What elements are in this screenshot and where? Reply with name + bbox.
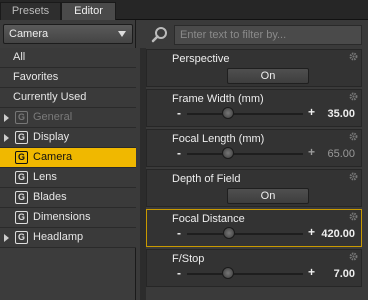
value-field[interactable]: 420.00	[321, 228, 355, 240]
property-label: Focal Length (mm)	[172, 133, 265, 145]
decrement-button[interactable]: -	[177, 106, 181, 120]
property-depth-of-field: Depth of Field On	[146, 169, 362, 207]
gear-icon[interactable]	[348, 211, 359, 222]
slider-track[interactable]	[187, 113, 303, 115]
category-dropdown-value: Camera	[9, 28, 49, 40]
category-list: All Favorites Currently Used G General G…	[0, 48, 136, 248]
left-panel: Camera All Favorites Currently Used G Ge…	[0, 20, 136, 300]
property-label: F/Stop	[172, 253, 205, 265]
decrement-button[interactable]: -	[177, 226, 181, 240]
slider-knob[interactable]	[221, 107, 234, 119]
tab-bar: Presets Editor	[0, 0, 368, 20]
nav-item-label: Blades	[33, 191, 67, 203]
gear-icon[interactable]	[348, 91, 359, 102]
depth-of-field-toggle-button[interactable]: On	[227, 188, 309, 204]
value-field[interactable]: 65.00	[327, 148, 355, 160]
nav-item-all[interactable]: All	[0, 48, 136, 68]
property-label: Perspective	[172, 53, 230, 65]
nav-item-label: Currently Used	[13, 91, 87, 103]
value-field[interactable]: 35.00	[327, 108, 355, 120]
expand-arrow-icon[interactable]	[4, 134, 9, 142]
search-icon[interactable]	[150, 25, 170, 45]
dropdown-arrow-icon	[118, 31, 126, 37]
slider-knob[interactable]	[221, 147, 234, 159]
gear-icon[interactable]	[348, 171, 359, 182]
group-icon: G	[15, 151, 28, 164]
slider-knob[interactable]	[221, 267, 234, 279]
group-icon: G	[15, 111, 28, 124]
expand-arrow-icon[interactable]	[4, 234, 9, 242]
increment-button[interactable]: +	[308, 145, 315, 159]
nav-item-general[interactable]: G General	[0, 108, 136, 128]
nav-item-label: Dimensions	[33, 211, 91, 223]
category-dropdown[interactable]: Camera	[3, 24, 133, 44]
property-focal-length: Focal Length (mm) - + 65.00	[146, 129, 362, 167]
increment-button[interactable]: +	[308, 225, 315, 239]
nav-item-label: Headlamp	[33, 231, 84, 243]
property-f-stop: F/Stop - + 7.00	[146, 249, 362, 287]
tab-presets[interactable]: Presets	[0, 2, 61, 20]
expand-arrow-icon[interactable]	[4, 114, 9, 122]
nav-item-headlamp[interactable]: G Headlamp	[0, 228, 136, 248]
group-icon: G	[15, 191, 28, 204]
property-label: Frame Width (mm)	[172, 93, 264, 105]
nav-item-favorites[interactable]: Favorites	[0, 68, 136, 88]
nav-item-label: All	[13, 51, 26, 63]
nav-item-label: Favorites	[13, 71, 59, 83]
perspective-toggle-button[interactable]: On	[227, 68, 309, 84]
property-frame-width: Frame Width (mm) - + 35.00	[146, 89, 362, 127]
group-icon: G	[15, 211, 28, 224]
decrement-button[interactable]: -	[177, 266, 181, 280]
nav-item-label: Lens	[33, 171, 57, 183]
gear-icon[interactable]	[348, 251, 359, 262]
nav-item-label: General	[33, 111, 73, 123]
slider-knob[interactable]	[222, 227, 235, 239]
gear-icon[interactable]	[348, 131, 359, 142]
nav-item-lens[interactable]: G Lens	[0, 168, 136, 188]
group-icon: G	[15, 131, 28, 144]
increment-button[interactable]: +	[308, 105, 315, 119]
decrement-button[interactable]: -	[177, 146, 181, 160]
nav-item-label: Display	[33, 131, 70, 143]
property-focal-distance: Focal Distance - + 420.00	[146, 209, 362, 247]
nav-item-camera[interactable]: G Camera	[0, 148, 136, 168]
increment-button[interactable]: +	[308, 265, 315, 279]
property-label: Focal Distance	[172, 213, 245, 225]
slider-track[interactable]	[187, 233, 303, 235]
properties-panel: Perspective On Frame Width (mm) - + 35.0…	[137, 20, 368, 300]
filter-input[interactable]	[174, 25, 362, 45]
slider-track[interactable]	[187, 153, 303, 155]
nav-item-display[interactable]: G Display	[0, 128, 136, 148]
group-icon: G	[15, 231, 28, 244]
nav-item-blades[interactable]: G Blades	[0, 188, 136, 208]
value-field[interactable]: 7.00	[334, 268, 355, 280]
nav-item-label: Camera	[33, 151, 73, 163]
group-icon: G	[15, 171, 28, 184]
gear-icon[interactable]	[348, 51, 359, 62]
nav-item-currently-used[interactable]: Currently Used	[0, 88, 136, 108]
property-perspective: Perspective On	[146, 49, 362, 87]
slider-track[interactable]	[187, 273, 303, 275]
tab-editor[interactable]: Editor	[61, 2, 116, 20]
property-label: Depth of Field	[172, 173, 241, 185]
nav-item-dimensions[interactable]: G Dimensions	[0, 208, 136, 228]
